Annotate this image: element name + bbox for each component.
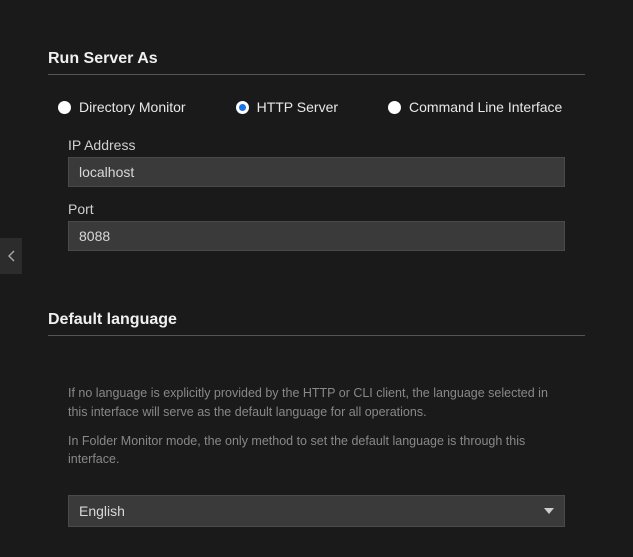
port-input[interactable] xyxy=(68,221,565,251)
collapse-panel-tab[interactable] xyxy=(0,238,22,274)
settings-panel: Run Server As Directory Monitor HTTP Ser… xyxy=(0,0,633,557)
ip-address-field: IP Address xyxy=(48,137,585,187)
radio-icon xyxy=(236,101,249,114)
chevron-left-icon xyxy=(8,250,15,262)
radio-label: HTTP Server xyxy=(257,99,338,115)
ip-address-label: IP Address xyxy=(68,137,565,153)
ip-address-input[interactable] xyxy=(68,157,565,187)
port-label: Port xyxy=(68,201,565,217)
help-paragraph-2: In Folder Monitor mode, the only method … xyxy=(68,432,565,470)
help-paragraph-1: If no language is explicitly provided by… xyxy=(68,384,565,422)
run-server-radio-group: Directory Monitor HTTP Server Command Li… xyxy=(48,93,585,137)
radio-directory-monitor[interactable]: Directory Monitor xyxy=(58,99,186,115)
port-field: Port xyxy=(48,201,585,251)
default-language-help: If no language is explicitly provided by… xyxy=(48,354,585,487)
radio-label: Directory Monitor xyxy=(79,99,186,115)
radio-label: Command Line Interface xyxy=(409,99,562,115)
section-title-default-language: Default language xyxy=(48,311,585,336)
section-title-run-server: Run Server As xyxy=(48,50,585,75)
radio-icon xyxy=(388,101,401,114)
radio-http-server[interactable]: HTTP Server xyxy=(236,99,338,115)
default-language-select[interactable]: English xyxy=(68,495,565,527)
radio-icon xyxy=(58,101,71,114)
radio-command-line[interactable]: Command Line Interface xyxy=(388,99,562,115)
